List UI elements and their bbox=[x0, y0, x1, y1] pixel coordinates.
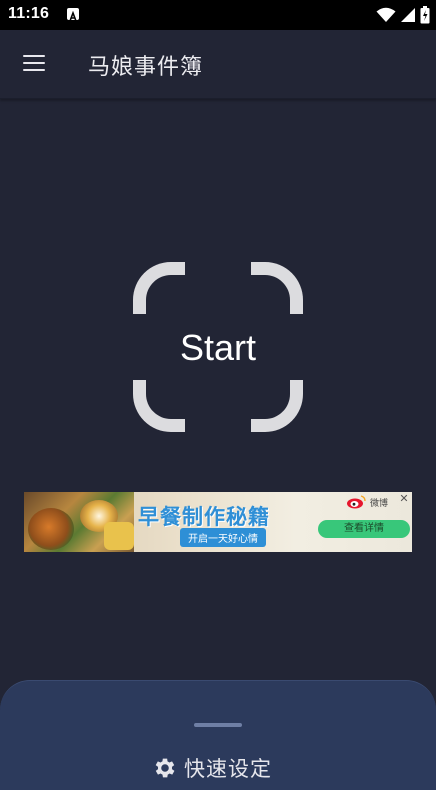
gear-icon bbox=[155, 758, 175, 778]
frame-corner-bottom-left bbox=[133, 380, 185, 432]
frame-corner-top-right bbox=[251, 262, 303, 314]
status-icons bbox=[376, 6, 430, 24]
ad-cta-button[interactable]: 查看详情 bbox=[318, 520, 410, 538]
ad-food-image bbox=[24, 492, 134, 552]
ad-brand: 微博 bbox=[370, 499, 389, 509]
menu-icon bbox=[23, 55, 45, 58]
app-title: 马娘事件簿 bbox=[88, 55, 204, 80]
quick-settings-sheet[interactable]: 快速设定 bbox=[0, 680, 436, 790]
weibo-icon bbox=[347, 495, 366, 509]
start-button[interactable]: Start bbox=[133, 262, 303, 432]
status-bar: 11:16 bbox=[0, 0, 436, 30]
wifi-icon bbox=[376, 7, 396, 22]
ad-close-button[interactable]: ✕ bbox=[398, 493, 410, 505]
battery-icon bbox=[420, 6, 430, 24]
notification-icon bbox=[67, 8, 79, 22]
start-label: Start bbox=[179, 327, 257, 368]
ad-headline: 早餐制作秘籍 bbox=[138, 505, 270, 529]
ad-banner[interactable]: 早餐制作秘籍 开启一天好心情 微博 ✕ 查看详情 bbox=[24, 492, 412, 552]
quick-settings-header[interactable]: 快速设定 bbox=[152, 754, 272, 782]
signal-icon bbox=[401, 8, 415, 22]
ad-subline: 开启一天好心情 bbox=[180, 528, 266, 547]
menu-button[interactable] bbox=[14, 48, 54, 80]
app-bar: 马娘事件簿 bbox=[0, 30, 436, 99]
frame-corner-bottom-right bbox=[251, 380, 303, 432]
sheet-drag-handle[interactable] bbox=[194, 723, 242, 727]
frame-corner-top-left bbox=[133, 262, 185, 314]
status-time: 11:16 bbox=[8, 5, 50, 22]
quick-settings-title: 快速设定 bbox=[184, 757, 272, 781]
